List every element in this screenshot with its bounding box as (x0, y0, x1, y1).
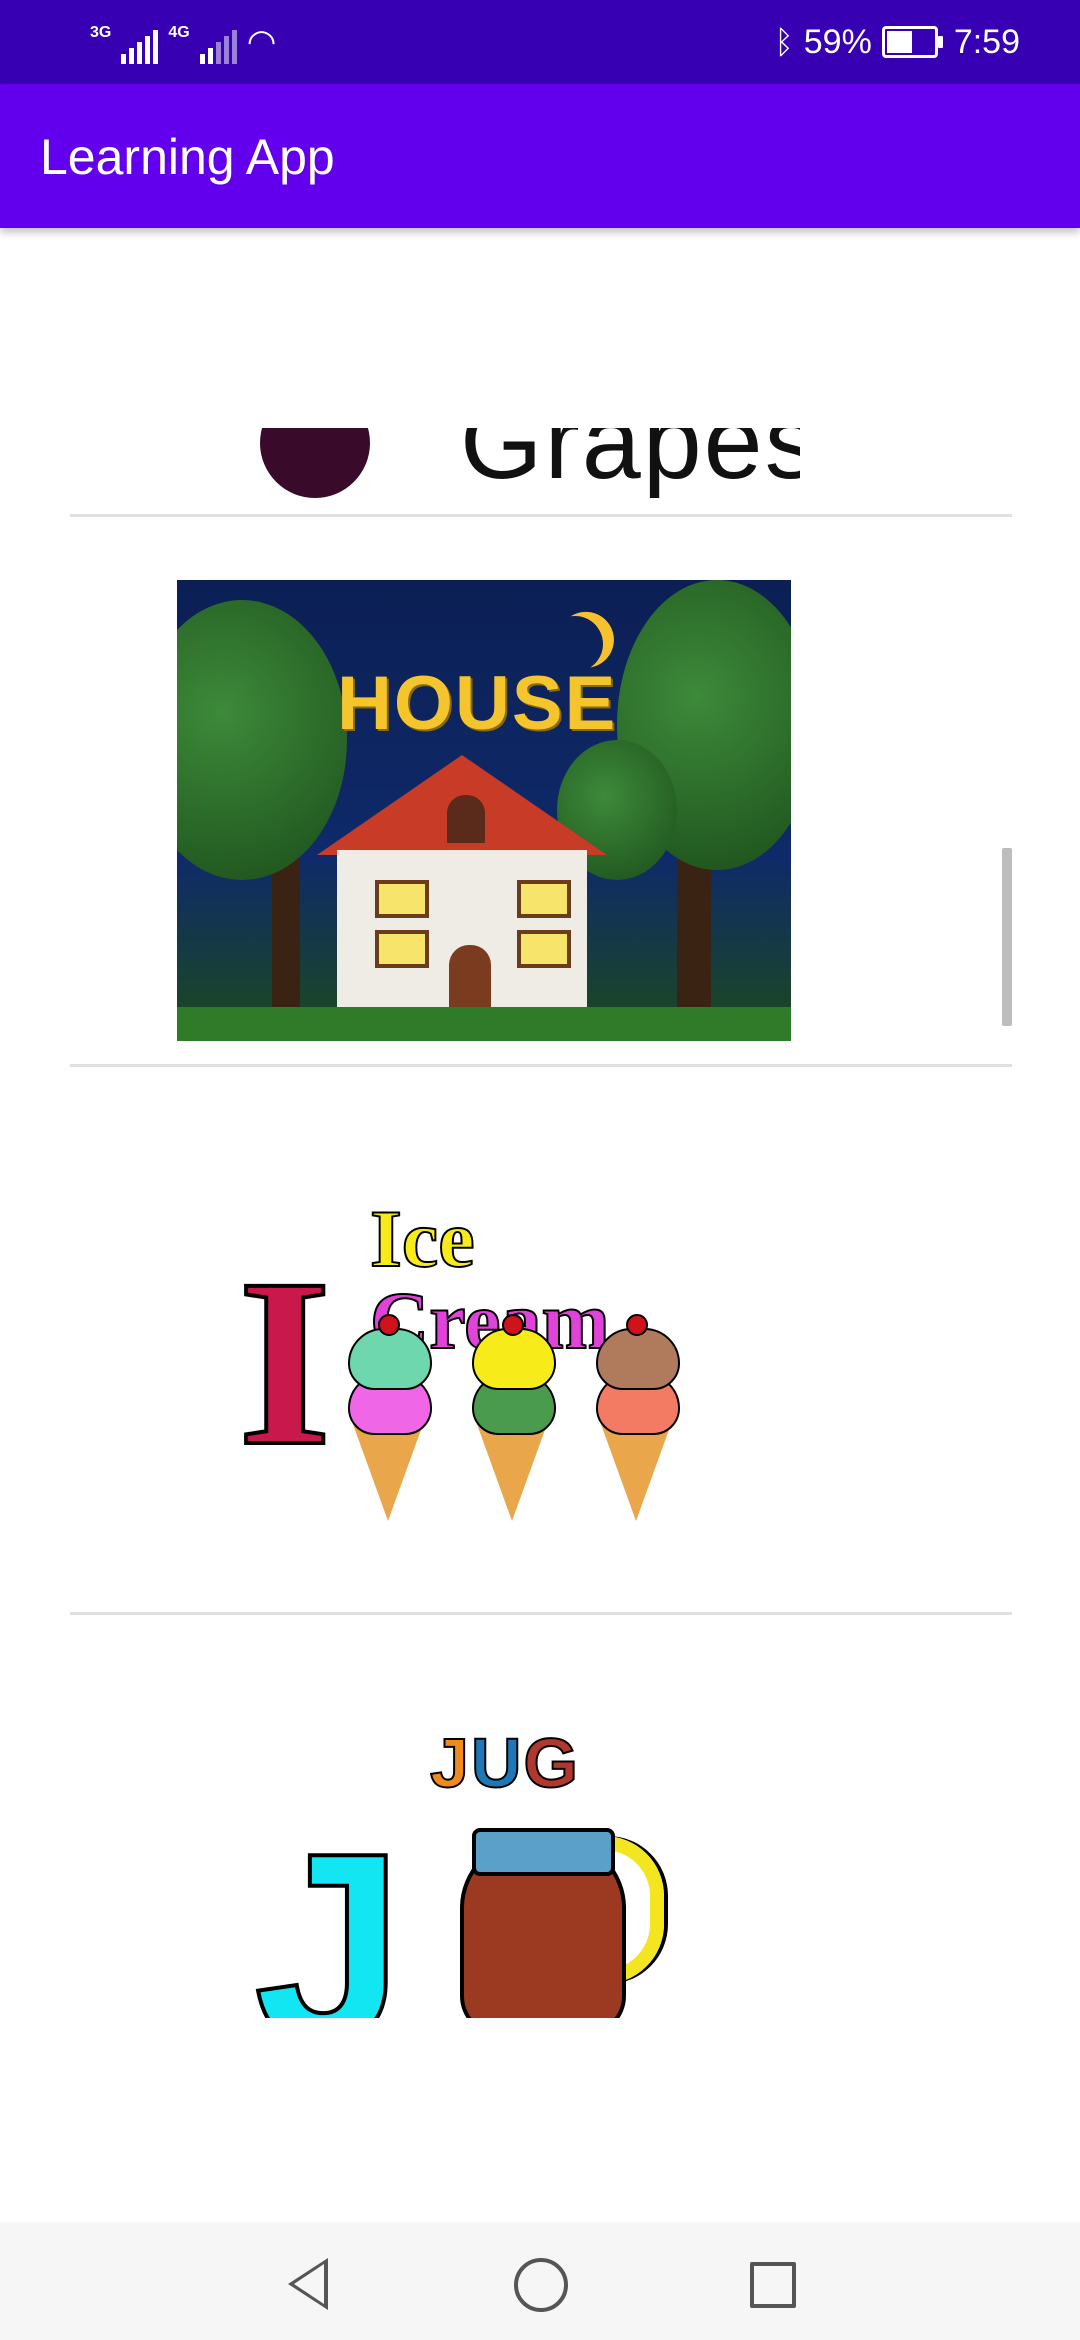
network-type-1: 3G (90, 24, 112, 41)
cherry-icon (502, 1314, 524, 1336)
house-label: HOUSE (337, 661, 618, 746)
scoop-icon (348, 1328, 432, 1390)
house-window (375, 880, 429, 918)
grass (177, 1007, 791, 1041)
house-window (375, 930, 429, 968)
list-item-house[interactable]: HOUSE (177, 580, 791, 1041)
ice-word: Ice (369, 1198, 476, 1284)
scoop-icon (472, 1328, 556, 1390)
system-indicators: ᛒ 59% 7:59 (775, 18, 1020, 66)
house-door (449, 945, 491, 1015)
letter-j: J (252, 1798, 406, 2019)
jug-letter-u: U (470, 1728, 524, 1802)
divider (70, 514, 1012, 517)
wifi-icon: ◠ (246, 23, 277, 61)
jug-neck (472, 1828, 615, 1876)
bluetooth-icon: ᛒ (774, 23, 794, 60)
cherry-icon (378, 1314, 400, 1336)
status-bar: 3G 4G ◠ ᛒ 59% 7:59 (0, 0, 1080, 84)
ice-cream-label: Ice Cream (369, 1198, 730, 1363)
scrollbar[interactable] (1002, 848, 1012, 1026)
cherry-icon (626, 1314, 648, 1336)
divider (70, 1064, 1012, 1067)
letter-i: I (236, 1229, 333, 1495)
house-window (517, 930, 571, 968)
list-item-ice-cream[interactable]: I Ice Cream (230, 1198, 730, 1528)
signal-strength-icon-2 (199, 30, 237, 64)
app-bar: Learning App (0, 84, 1080, 228)
recent-apps-icon[interactable] (744, 2256, 800, 2312)
signal-strength-icon (121, 30, 159, 64)
battery-percent: 59% (803, 22, 872, 61)
battery-fill (886, 31, 912, 53)
app-title: Learning App (40, 129, 335, 185)
battery-icon (881, 26, 943, 58)
list-item-grapes[interactable]: Grapes (190, 428, 800, 498)
network-indicators: 3G 4G ◠ (90, 20, 276, 64)
house-window (517, 880, 571, 918)
scoop-icon (596, 1328, 680, 1390)
divider (70, 1612, 1012, 1615)
home-icon[interactable] (512, 2256, 568, 2312)
jug-label: JUG (429, 1728, 580, 1799)
network-type-2: 4G (168, 24, 190, 41)
jug-letter-g: G (522, 1728, 580, 1802)
grapes-label: Grapes (460, 428, 800, 498)
jug-letter-j: J (429, 1728, 471, 1802)
grapes-illustration (260, 428, 370, 498)
house-attic-window (447, 795, 485, 843)
list-item-jug[interactable]: JUG J (240, 1728, 690, 2018)
clock: 7:59 (953, 22, 1020, 61)
back-icon[interactable] (282, 2256, 338, 2312)
navigation-bar (0, 2222, 1080, 2340)
